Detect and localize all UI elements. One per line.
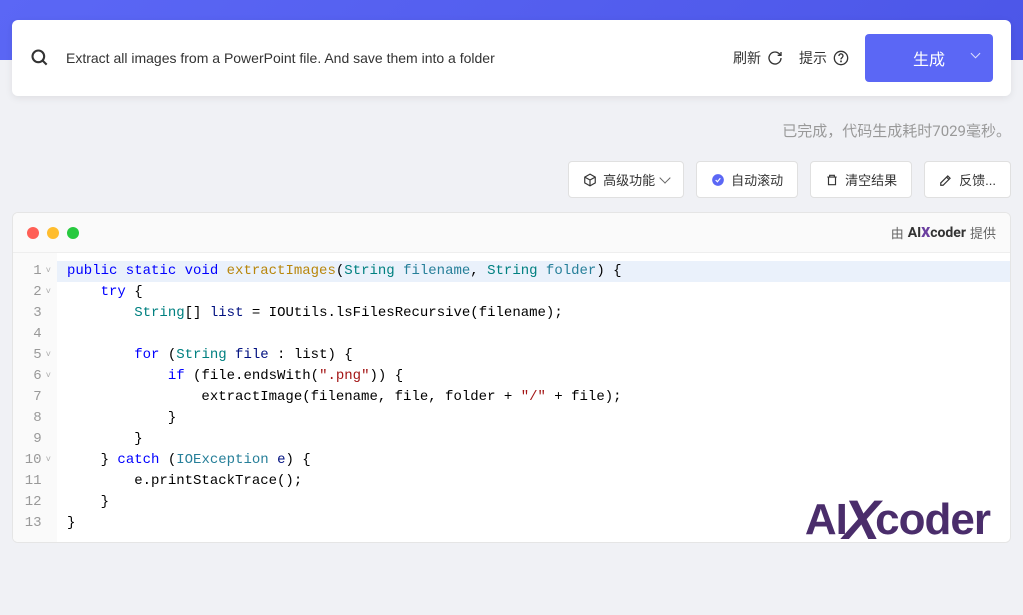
fold-icon[interactable]: ˅ xyxy=(46,282,51,303)
code-line[interactable]: if (file.endsWith(".png")) { xyxy=(67,366,1000,387)
code-line[interactable]: String[] list = IOUtils.lsFilesRecursive… xyxy=(67,303,1000,324)
autoscroll-button[interactable]: 自动滚动 xyxy=(696,161,798,198)
advanced-button[interactable]: 高级功能 xyxy=(568,161,684,198)
fold-icon[interactable]: ˅ xyxy=(46,345,51,366)
window-controls xyxy=(27,227,79,239)
panel-header: 由 AIXcoder 提供 xyxy=(13,213,1010,253)
aixcoder-brand-small: AIXcoder xyxy=(908,225,966,241)
code-line[interactable] xyxy=(67,324,1000,345)
search-input[interactable] xyxy=(66,50,733,66)
line-number: 2˅ xyxy=(13,282,57,303)
refresh-icon xyxy=(767,50,783,66)
line-number: 10˅ xyxy=(13,450,57,471)
code-line[interactable]: } xyxy=(67,429,1000,450)
line-number: 8 xyxy=(13,408,57,429)
code-line[interactable]: } xyxy=(67,408,1000,429)
cube-icon xyxy=(583,173,597,187)
line-number: 12 xyxy=(13,492,57,513)
refresh-label: 刷新 xyxy=(733,48,761,68)
generate-label: 生成 xyxy=(913,46,945,70)
close-dot[interactable] xyxy=(27,227,39,239)
maximize-dot[interactable] xyxy=(67,227,79,239)
search-bar: 刷新 提示 生成 xyxy=(12,20,1011,96)
code-line[interactable]: for (String file : list) { xyxy=(67,345,1000,366)
code-line[interactable]: public static void extractImages(String … xyxy=(57,261,1010,282)
line-number: 6˅ xyxy=(13,366,57,387)
line-number: 7 xyxy=(13,387,57,408)
trash-icon xyxy=(825,173,839,187)
chevron-down-icon xyxy=(659,172,670,183)
toolbar: 高级功能 自动滚动 清空结果 反馈... xyxy=(0,141,1023,212)
status-text: 已完成，代码生成耗时7029毫秒。 xyxy=(0,96,1023,141)
code-panel: 由 AIXcoder 提供 1˅2˅3 4 5˅6˅7 8 9 10˅11 12… xyxy=(12,212,1011,543)
clear-button[interactable]: 清空结果 xyxy=(810,161,912,198)
edit-icon xyxy=(939,173,953,187)
code-line[interactable]: extractImage(filename, file, folder + "/… xyxy=(67,387,1000,408)
autoscroll-label: 自动滚动 xyxy=(731,170,783,189)
line-number: 5˅ xyxy=(13,345,57,366)
minimize-dot[interactable] xyxy=(47,227,59,239)
aixcoder-watermark: AIXcoder xyxy=(805,509,990,530)
refresh-button[interactable]: 刷新 xyxy=(733,48,783,68)
code-line[interactable]: try { xyxy=(67,282,1000,303)
advanced-label: 高级功能 xyxy=(603,170,655,189)
line-number: 1˅ xyxy=(13,261,57,282)
line-number: 4 xyxy=(13,324,57,345)
generate-button[interactable]: 生成 xyxy=(865,34,993,82)
code-area[interactable]: 1˅2˅3 4 5˅6˅7 8 9 10˅11 12 13 public sta… xyxy=(13,253,1010,542)
question-icon xyxy=(833,50,849,66)
search-icon xyxy=(30,48,50,68)
fold-icon[interactable]: ˅ xyxy=(46,450,51,471)
hint-button[interactable]: 提示 xyxy=(799,48,849,68)
line-number: 3 xyxy=(13,303,57,324)
powered-by: 由 AIXcoder 提供 xyxy=(891,223,996,242)
hint-label: 提示 xyxy=(799,48,827,68)
line-number: 11 xyxy=(13,471,57,492)
line-gutter: 1˅2˅3 4 5˅6˅7 8 9 10˅11 12 13 xyxy=(13,253,57,542)
check-circle-icon xyxy=(711,173,725,187)
clear-label: 清空结果 xyxy=(845,170,897,189)
line-number: 9 xyxy=(13,429,57,450)
fold-icon[interactable]: ˅ xyxy=(46,366,51,387)
fold-icon[interactable]: ˅ xyxy=(46,261,51,282)
feedback-button[interactable]: 反馈... xyxy=(924,161,1011,198)
line-number: 13 xyxy=(13,513,57,534)
feedback-label: 反馈... xyxy=(959,170,996,189)
code-line[interactable]: } catch (IOException e) { xyxy=(67,450,1000,471)
